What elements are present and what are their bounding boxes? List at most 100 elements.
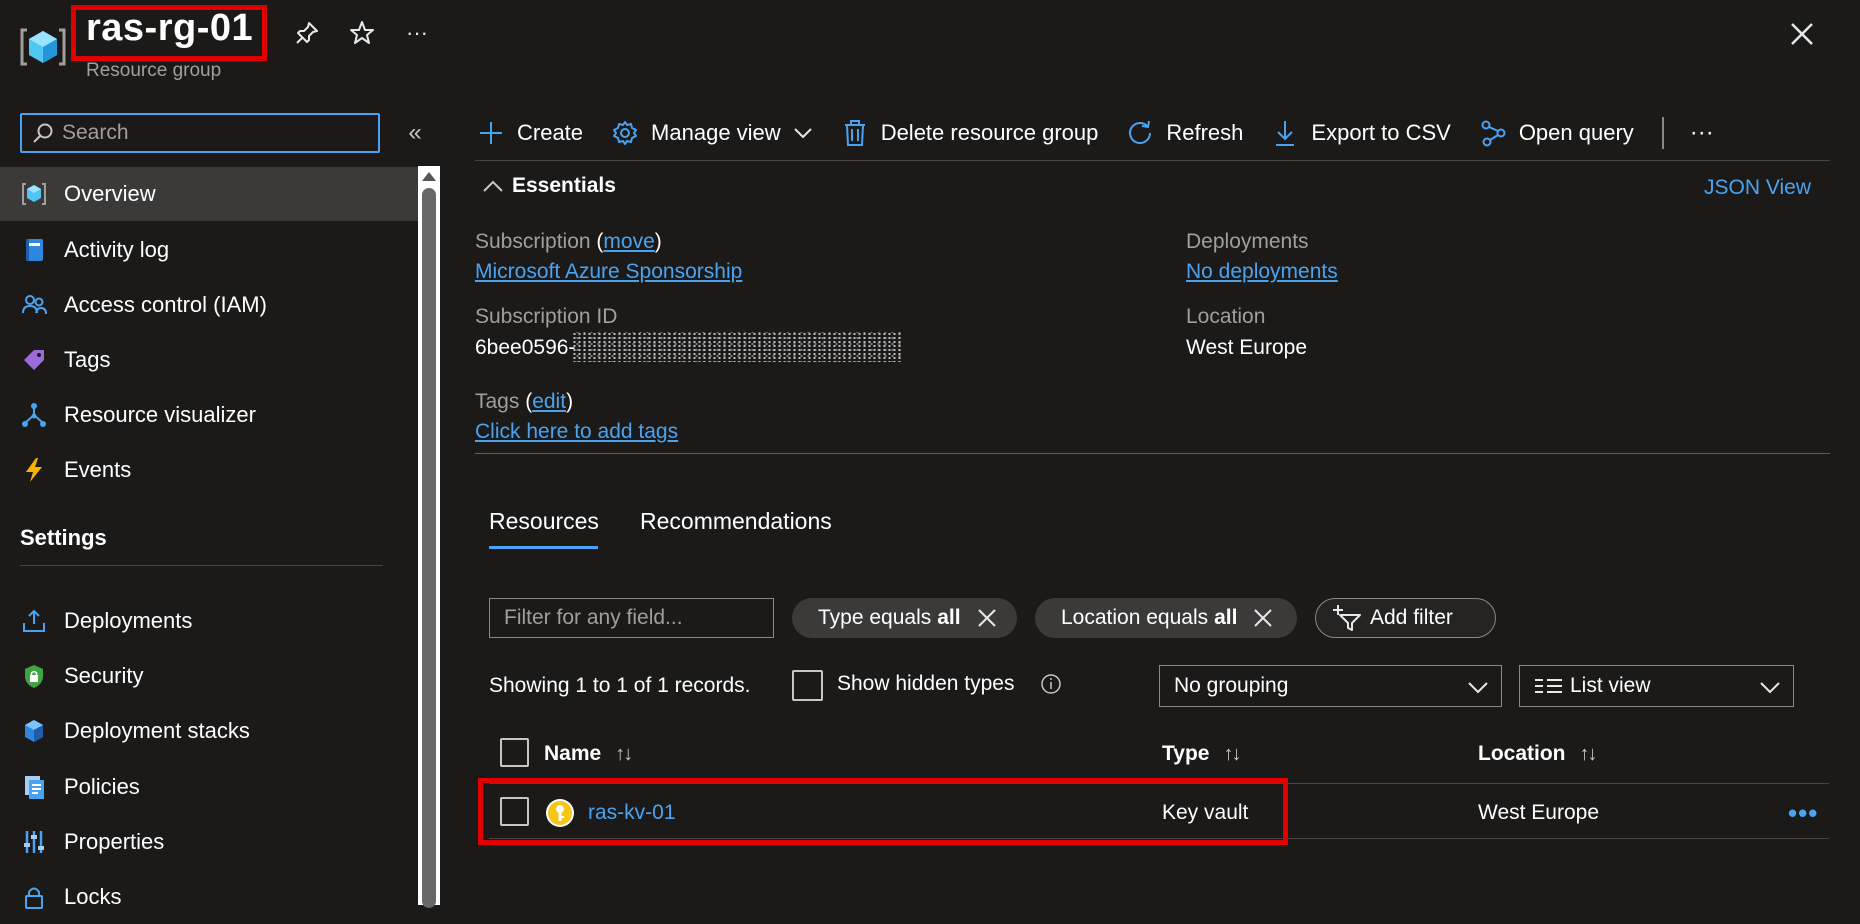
sidebar-item-tags[interactable]: Tags [0,333,418,387]
add-filter-label: Add filter [1370,606,1453,629]
sidebar-item-label: Tags [64,347,111,372]
sidebar-item-locks[interactable]: Locks [0,870,418,924]
remove-filter-button[interactable] [975,606,999,630]
add-filter-button[interactable]: Add filter [1315,598,1496,638]
sidebar-item-deployments[interactable]: Deployments [0,594,418,648]
sidebar-item-label: Overview [64,181,156,206]
remove-filter-button[interactable] [1251,606,1275,630]
show-hidden-types-checkbox[interactable] [792,670,823,701]
sort-icon: ↑↓ [1579,742,1598,765]
refresh-button[interactable]: Refresh [1124,110,1243,156]
close-icon [977,609,996,627]
scroll-up-arrow-icon[interactable] [422,172,436,181]
essentials-heading: Essentials [512,174,616,197]
divider [475,453,1830,454]
move-subscription-link[interactable]: move [603,230,654,253]
export-label: Export to CSV [1311,120,1451,145]
toolbar-more-button[interactable]: ··· [1690,110,1714,156]
column-header-name[interactable]: Name ↑↓ [544,742,633,766]
create-button[interactable]: Create [475,110,583,156]
search-box[interactable] [20,113,380,153]
location-filter-pill[interactable]: Location equals all [1035,598,1297,638]
type-filter-value: all [937,606,961,629]
tags-field: Tags (edit) [475,390,574,413]
sidebar-item-label: Policies [64,774,140,799]
people-icon [18,289,50,321]
records-summary: Showing 1 to 1 of 1 records. [489,674,751,697]
close-button[interactable] [1782,14,1822,54]
sidebar-item-label: Deployments [64,608,193,633]
divider [475,160,1830,161]
grouping-dropdown[interactable]: No grouping [1159,665,1502,707]
location-label: Location [1186,305,1266,328]
sidebar-item-activity-log[interactable]: Activity log [0,223,418,277]
edit-tags-link[interactable]: edit [532,390,566,413]
delete-resource-group-button[interactable]: Delete resource group [839,110,1098,156]
json-view-link[interactable]: JSON View [1704,176,1811,200]
show-hidden-types-label: Show hidden types [837,672,1015,695]
row-more-button[interactable]: ••• [1788,798,1818,829]
settings-heading: Settings [20,525,107,550]
subscription-link[interactable]: Microsoft Azure Sponsorship [475,260,742,284]
column-header-location[interactable]: Location ↑↓ [1478,742,1598,766]
download-icon [1269,117,1301,149]
search-input[interactable] [62,121,362,145]
resource-group-icon [20,28,66,66]
sidebar-item-label: Security [64,663,144,688]
collapse-sidebar-button[interactable]: « [400,118,430,148]
sidebar-item-deployment-stacks[interactable]: Deployment stacks [0,704,418,758]
command-bar: Create Manage view Delete resource group… [475,110,1740,156]
location-filter-label: Location equals [1061,606,1209,629]
essentials-toggle[interactable]: Essentials [482,174,616,198]
resource-location: West Europe [1478,801,1600,824]
trash-icon [839,117,871,149]
sidebar-scrollbar[interactable] [418,166,440,908]
open-query-label: Open query [1518,120,1634,145]
close-icon [1254,609,1273,627]
sidebar-item-resource-visualizer[interactable]: Resource visualizer [0,388,418,442]
sidebar-item-overview[interactable]: Overview [0,167,418,221]
sort-icon: ↑↓ [615,742,633,765]
close-icon [1791,23,1813,45]
type-filter-pill[interactable]: Type equals all [792,598,1017,638]
sidebar-item-policies[interactable]: Policies [0,760,418,814]
sliders-icon [18,826,50,858]
list-view-icon [1535,679,1562,693]
sidebar-item-events[interactable]: Events [0,443,418,497]
chevron-down-icon [1468,682,1488,694]
chevron-up-icon [483,180,503,192]
star-icon [350,21,374,44]
sidebar-item-security[interactable]: Security [0,649,418,703]
resource-group-icon [18,178,50,210]
subscription-id-value: 6bee0596- [475,336,576,359]
view-dropdown[interactable]: List view [1519,665,1794,707]
favorite-button[interactable] [345,16,379,50]
tab-recommendations[interactable]: Recommendations [640,508,832,535]
sidebar-item-access-control[interactable]: Access control (IAM) [0,278,418,332]
more-options-button[interactable]: ··· [400,16,434,50]
sidebar-item-label: Properties [64,829,165,854]
manage-view-button[interactable]: Manage view [609,110,813,156]
location-value: West Europe [1186,336,1308,359]
export-csv-button[interactable]: Export to CSV [1269,110,1451,156]
plus-icon [475,117,507,149]
ellipsis-icon: ··· [1689,119,1714,146]
toolbar-separator [1661,117,1664,149]
tags-label: Tags [475,390,520,413]
column-header-type[interactable]: Type ↑↓ [1162,742,1241,766]
column-label: Location [1478,742,1566,765]
open-query-button[interactable]: Open query [1477,110,1634,156]
scrollbar-thumb[interactable] [422,188,436,908]
search-icon [33,123,53,143]
select-all-checkbox[interactable] [500,738,529,767]
refresh-icon [1124,117,1156,149]
pin-button[interactable] [290,16,324,50]
add-tags-link[interactable]: Click here to add tags [475,420,678,444]
deployments-link[interactable]: No deployments [1186,260,1338,284]
grouping-value: No grouping [1174,674,1289,697]
filter-input[interactable] [489,598,774,638]
refresh-label: Refresh [1166,120,1244,145]
sidebar-item-properties[interactable]: Properties [0,815,418,869]
tab-resources[interactable]: Resources [489,508,599,535]
info-icon[interactable] [1040,673,1062,695]
